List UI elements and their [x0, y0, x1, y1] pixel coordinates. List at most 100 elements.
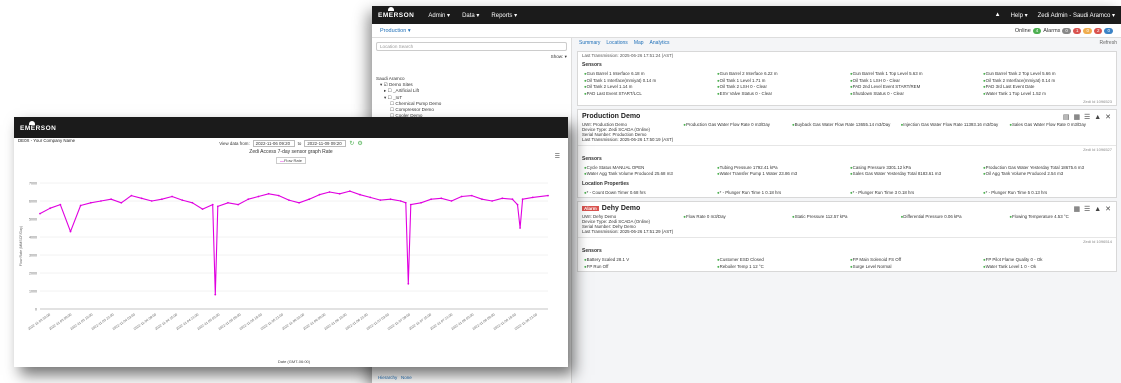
tab-locations[interactable]: Locations: [606, 40, 627, 46]
series-line: [39, 190, 549, 296]
sensor-item[interactable]: FP Main Solenoid FS Off: [850, 257, 977, 262]
data-point: [161, 198, 163, 201]
sensor-item[interactable]: Water Agg Tank Volume Produced 25.68 m3: [584, 171, 711, 176]
x-axis-label: Date (GMT-06:00): [278, 359, 311, 364]
chart-title: Zedi Access 7-day sensor graph Rate: [249, 149, 333, 155]
sensor-item[interactable]: FP Pilot Flame Quality 0 - Ok: [983, 257, 1110, 262]
sensor-item[interactable]: PAD Last Event START/LCL: [584, 91, 711, 96]
refresh-button[interactable]: Refresh: [1099, 40, 1117, 46]
data-point: [481, 198, 483, 201]
sensor-item[interactable]: Surge Level Normal: [850, 264, 977, 269]
alarm-badge[interactable]: 2: [1093, 27, 1103, 34]
rate-item[interactable]: Injection Gas Water Flow Rate 11393.16 m…: [901, 122, 1004, 142]
card-action-icons[interactable]: ▤ ▦ ☰ ▲ ✕: [1063, 113, 1112, 121]
y-tick-label: 1000: [29, 290, 37, 294]
sensor-item[interactable]: Production Gas Water Yesterday Total 186…: [983, 165, 1110, 170]
sensor-item[interactable]: Oil Tank 1 Interface(mmiyat) 0.14 m: [584, 78, 711, 83]
sensor-item[interactable]: Gun Barrel Tank 1 Top Level 5.63 m: [850, 71, 977, 76]
rate-grid: Flow Rate 0 m3/Day Static Pressure 112.5…: [683, 214, 1112, 234]
data-point: [79, 204, 82, 207]
last-transmission: Last Transmission: 2025-06-26 17:50:19 (…: [582, 136, 674, 142]
rate-item[interactable]: Buyback Gas Water Flow Rate 13655.14 m3/…: [792, 122, 895, 142]
location-name[interactable]: Production Demo: [582, 113, 1112, 120]
help-menu[interactable]: Help ▾: [1011, 12, 1028, 19]
date-to-input[interactable]: 2022-11-09 09:20: [304, 139, 347, 147]
data-point: [110, 198, 113, 201]
property-item[interactable]: * - Plunger Run Time 1 0.18 hrs: [717, 190, 844, 195]
breadcrumb-production[interactable]: Production ▾: [380, 28, 411, 34]
rate-item[interactable]: Production Gas Water Flow Rate 0 m3/Day: [683, 122, 786, 142]
settings-icon[interactable]: ⚙: [357, 140, 362, 147]
sensor-grid: Gun Barrel 1 Interface 6.18 m Gun Barrel…: [578, 69, 1116, 98]
menu-admin[interactable]: Admin ▾: [428, 12, 450, 19]
alarm-badge[interactable]: 0: [1083, 27, 1092, 34]
graduation-cap-icon[interactable]: ▲: [995, 12, 1001, 18]
sensor-item[interactable]: PAD 3rd Last Event Date: [983, 84, 1110, 89]
property-grid: * - Count Down Timer 0.68 hrs * - Plunge…: [578, 188, 1116, 197]
data-point: [491, 200, 494, 202]
sensor-item[interactable]: Cycle Status MANUAL OPEN: [584, 165, 711, 170]
sensor-item[interactable]: Water Tank 1 Top Level 1.52 m: [983, 91, 1110, 96]
chart-menu-icon[interactable]: ☰: [555, 153, 560, 160]
data-point: [201, 208, 204, 210]
sensor-item[interactable]: FP Run Off: [584, 264, 711, 269]
sensor-item[interactable]: Gun Barrel 1 Interface 6.18 m: [584, 71, 711, 76]
sensor-item[interactable]: Gun Barrel 2 Interface 6.22 m: [717, 71, 844, 76]
location-name[interactable]: Dehy Demo: [602, 205, 641, 212]
menu-reports[interactable]: Reports ▾: [491, 12, 517, 19]
alarm-badge[interactable]: 1: [1072, 27, 1082, 34]
card-action-icons[interactable]: ▦ ☰ ▲ ✕: [1073, 205, 1112, 213]
rate-item[interactable]: Flowing Temperature 4.53 °C: [1009, 214, 1112, 234]
sensor-item[interactable]: Battery Scaled 28.1 V: [584, 257, 711, 262]
sensors-heading: Sensors: [582, 248, 602, 254]
sensor-item[interactable]: Oil Tank 1 Level 1.71 m: [717, 78, 844, 83]
property-item[interactable]: * - Plunger Run Time 5 0.13 hrs: [983, 190, 1110, 195]
tab-map[interactable]: Map: [634, 40, 644, 46]
menu-data[interactable]: Data ▾: [462, 12, 479, 19]
sensor-item[interactable]: Oil Tank 2 Level 1.14 m: [584, 84, 711, 89]
alarm-badge[interactable]: 0: [1062, 27, 1071, 34]
property-item[interactable]: * - Count Down Timer 0.68 hrs: [584, 190, 711, 195]
rate-item[interactable]: Differential Pressure 0.06 kPa: [901, 214, 1004, 234]
sensor-item[interactable]: Reboiler Temp 1 12 °C: [717, 264, 844, 269]
data-point: [49, 207, 52, 210]
sensor-item[interactable]: Oil Agg Tank Volume Produced 2.54 m3: [983, 171, 1110, 176]
rate-item[interactable]: Static Pressure 112.57 kPa: [792, 214, 895, 234]
rate-item[interactable]: Sales Gas Water Flow Rate 0 m3/Day: [1009, 122, 1112, 142]
sensor-item[interactable]: Gun Barrel Tank 2 Top Level 5.66 m: [983, 71, 1110, 76]
refresh-icon[interactable]: ↻: [349, 140, 354, 147]
sensor-grid: Battery Scaled 28.1 V Customer ESD Close…: [578, 255, 1116, 271]
sensor-item[interactable]: Tubing Pressure 1792.41 kPa: [717, 165, 844, 170]
y-tick-label: 2000: [29, 272, 37, 276]
graph-header: EMERSON: [14, 117, 568, 138]
sensor-item[interactable]: Shutdown Status 0 - Clear: [850, 91, 977, 96]
user-menu[interactable]: Zedi Admin - Saudi Aramco ▾: [1038, 12, 1115, 19]
sensor-item[interactable]: ESV Valve Status 0 - Clear: [717, 91, 844, 96]
show-filter[interactable]: Show: ▾: [376, 54, 567, 60]
tab-analytics[interactable]: Analytics: [650, 40, 670, 46]
online-count-badge[interactable]: 4: [1032, 27, 1042, 34]
sensor-item[interactable]: Oil Tank 2 LSH 0 - Clear: [717, 84, 844, 89]
sensor-item[interactable]: Oil Tank 2 Interface(mmiyat) 0.14 m: [983, 78, 1110, 83]
sensor-item[interactable]: Oil Tank 1 LSH 0 - Clear: [850, 78, 977, 83]
data-point: [267, 192, 270, 195]
alarm-badge[interactable]: 0: [1104, 27, 1113, 34]
company-name: DE0X - Your Company Name: [18, 138, 76, 143]
data-point: [181, 199, 184, 201]
data-point: [89, 201, 92, 204]
rate-item[interactable]: Flow Rate 0 m3/Day: [683, 214, 786, 234]
tab-summary[interactable]: Summary: [579, 40, 600, 46]
date-from-input[interactable]: 2022-11-06 09:20: [252, 139, 295, 147]
sensor-item[interactable]: Water Transfer Pump 1 Water 23.86 m3: [717, 171, 844, 176]
location-search-input[interactable]: Location Search: [376, 42, 567, 51]
hierarchy-footer[interactable]: Hierarchy None: [378, 375, 412, 380]
data-point: [214, 293, 217, 296]
sensor-item[interactable]: Sales Gas Water Yesterday Total 8183.61 …: [850, 171, 977, 176]
sensor-item[interactable]: Water Tank Level 1 0 - Ok: [983, 264, 1110, 269]
property-item[interactable]: * - Plunger Run Time 3 0.18 hrs: [850, 190, 977, 195]
sensor-item[interactable]: Casing Pressure 3301.12 kPa: [850, 165, 977, 170]
data-point: [450, 200, 453, 202]
sensor-item[interactable]: PAD 2nd Level Event START/REM: [850, 84, 977, 89]
view-tabs: Summary Locations Map Analytics Refresh: [577, 38, 1117, 48]
sensor-item[interactable]: Customer ESD Closed: [717, 257, 844, 262]
